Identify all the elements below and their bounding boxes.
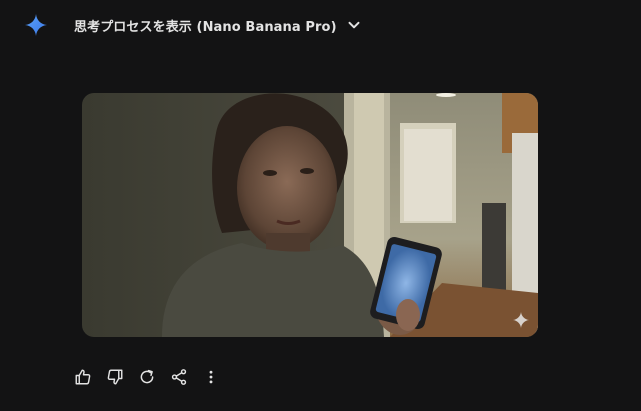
bad-response-button[interactable] xyxy=(104,366,126,388)
response-actions xyxy=(72,365,232,389)
gemini-response-view: 思考プロセスを表示 (Nano Banana Pro) xyxy=(0,0,641,411)
regenerate-button[interactable] xyxy=(136,366,158,388)
share-button[interactable] xyxy=(168,366,190,388)
more-options-button[interactable] xyxy=(200,366,222,388)
show-thinking-label: 思考プロセスを表示 (Nano Banana Pro) xyxy=(74,19,337,35)
refresh-icon xyxy=(140,369,154,384)
show-thinking-toggle[interactable]: 思考プロセスを表示 (Nano Banana Pro) xyxy=(74,16,361,35)
gemini-sparkle-icon xyxy=(25,14,47,36)
share-icon xyxy=(171,369,187,385)
more-vertical-icon xyxy=(209,370,213,384)
chevron-down-icon[interactable] xyxy=(347,18,361,32)
generated-image[interactable] xyxy=(82,93,538,337)
response-header: 思考プロセスを表示 (Nano Banana Pro) xyxy=(24,12,361,38)
thumb-up-icon xyxy=(75,369,91,385)
generated-photo xyxy=(82,93,538,337)
thumb-down-icon xyxy=(107,369,123,385)
sparkle-icon xyxy=(513,312,529,328)
good-response-button[interactable] xyxy=(72,366,94,388)
